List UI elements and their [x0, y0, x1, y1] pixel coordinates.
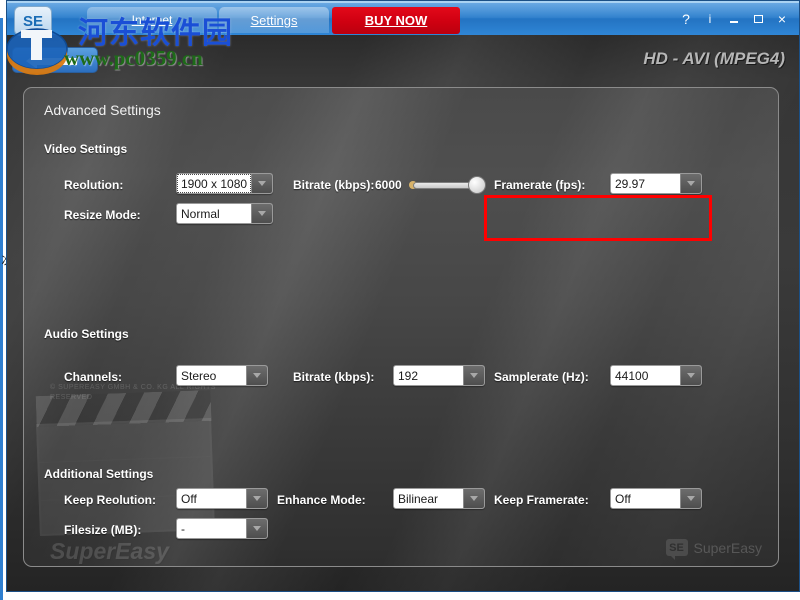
keep-framerate-combo[interactable]: Off	[610, 488, 702, 509]
main-body: HD - AVI (MPEG4) © SUPEREASY GMBH & CO. …	[7, 35, 799, 591]
window-controls: ? i ×	[675, 9, 793, 29]
resize-mode-combo[interactable]: Normal	[176, 203, 273, 224]
brand-watermark: SuperEasy Video Converter 2	[50, 538, 306, 567]
group-audio-settings: Audio Settings	[44, 327, 129, 341]
chevron-down-icon[interactable]	[246, 366, 267, 385]
panel-title: Advanced Settings	[44, 102, 161, 118]
application-window: Internet Settings BUY NOW ? i × HD - AVI…	[6, 0, 800, 592]
chevron-down-icon[interactable]	[680, 489, 701, 508]
label-enhance-mode: Enhance Mode:	[277, 493, 366, 507]
screenshot-root: 次 Internet Settings BUY NOW ? i ×	[0, 0, 800, 600]
audio-bitrate-value: 192	[398, 368, 419, 383]
supereasy-badge: SE SuperEasy	[665, 539, 762, 560]
framerate-value: 29.97	[615, 176, 646, 191]
info-icon[interactable]: i	[699, 9, 721, 29]
close-icon[interactable]: ×	[771, 9, 793, 29]
keep-resolution-value: Off	[181, 491, 197, 506]
buy-now-button[interactable]: BUY NOW	[332, 7, 460, 34]
framerate-combo[interactable]: 29.97	[610, 173, 702, 194]
chevron-down-icon[interactable]	[246, 519, 267, 538]
brand-watermark-line2: Video Converter 2	[50, 564, 306, 567]
help-icon[interactable]: ?	[675, 9, 697, 29]
chevron-down-icon[interactable]	[246, 489, 267, 508]
tab-internet[interactable]: Internet	[87, 7, 217, 33]
channels-combo[interactable]: Stereo	[176, 365, 268, 386]
maximize-icon[interactable]	[747, 9, 769, 29]
channels-value: Stereo	[181, 368, 217, 383]
copyright-watermark: © SUPEREASY GMBH & CO. KG ALL RIGHTS RES…	[50, 384, 216, 401]
title-bar-highlight	[7, 1, 799, 3]
label-filesize: Filesize (MB):	[64, 523, 142, 537]
brand-watermark-line1: SuperEasy	[50, 538, 169, 564]
filesize-value: -	[181, 521, 185, 536]
filesize-combo[interactable]: -	[176, 518, 268, 539]
arrow-left-icon	[26, 53, 77, 69]
supereasy-mark-icon: SE	[665, 539, 688, 560]
samplerate-value: 44100	[615, 368, 649, 383]
resize-mode-value: Normal	[181, 206, 220, 221]
minimize-icon[interactable]	[723, 9, 745, 29]
chevron-down-icon[interactable]	[251, 204, 272, 223]
label-resize-mode: Resize Mode:	[64, 208, 141, 222]
chevron-down-icon[interactable]	[680, 366, 701, 385]
video-bitrate-slider[interactable]	[409, 175, 489, 195]
label-video-bitrate: Bitrate (kbps):	[293, 178, 375, 192]
video-bitrate-value: 6000	[375, 178, 402, 192]
resolution-combo[interactable]: 1900 x 1080	[176, 173, 273, 194]
background-window-edge	[0, 18, 3, 600]
buy-now-label: BUY NOW	[364, 13, 428, 28]
title-bar: Internet Settings BUY NOW ? i ×	[7, 1, 799, 36]
tab-settings-label: Settings	[250, 12, 298, 28]
chevron-down-icon[interactable]	[680, 174, 701, 193]
group-video-settings: Video Settings	[44, 142, 128, 156]
advanced-settings-panel: © SUPEREASY GMBH & CO. KG ALL RIGHTS RES…	[23, 87, 779, 567]
app-logo: SE	[14, 6, 52, 36]
audio-bitrate-combo[interactable]: 192	[393, 365, 485, 386]
keep-resolution-combo[interactable]: Off	[176, 488, 268, 509]
supereasy-wordmark: SuperEasy	[693, 539, 762, 556]
slider-track[interactable]	[413, 182, 475, 189]
enhance-mode-combo[interactable]: Bilinear	[393, 488, 485, 509]
keep-framerate-value: Off	[615, 491, 631, 506]
chevron-down-icon[interactable]	[463, 366, 484, 385]
samplerate-combo[interactable]: 44100	[610, 365, 702, 386]
slider-thumb[interactable]	[468, 176, 486, 194]
label-keep-resolution: Keep Reolution:	[64, 493, 156, 507]
back-button[interactable]	[12, 47, 98, 73]
group-additional-settings: Additional Settings	[44, 467, 154, 481]
label-audio-bitrate: Bitrate (kbps):	[293, 370, 375, 384]
chevron-down-icon[interactable]	[463, 489, 484, 508]
label-keep-framerate: Keep Framerate:	[494, 493, 589, 507]
label-framerate: Framerate (fps):	[494, 178, 586, 192]
resolution-value: 1900 x 1080	[177, 174, 251, 193]
label-channels: Channels:	[64, 370, 123, 384]
chevron-down-icon[interactable]	[251, 174, 272, 193]
enhance-mode-value: Bilinear	[398, 491, 439, 506]
label-resolution: Reolution:	[64, 178, 124, 192]
output-format-label: HD - AVI (MPEG4)	[643, 49, 785, 68]
tab-internet-label: Internet	[131, 13, 173, 27]
tab-settings[interactable]: Settings	[219, 7, 329, 33]
label-samplerate: Samplerate (Hz):	[494, 370, 589, 384]
